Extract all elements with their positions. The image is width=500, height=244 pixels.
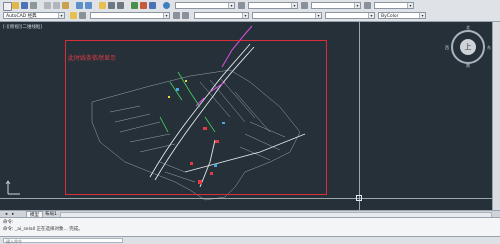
layer-previous-icon[interactable] [182, 11, 189, 19]
command-history-line-1: 命令: [3, 220, 14, 225]
command-window: 命令: 命令: _ai_selall 正在选择对象... 完成。 [0, 217, 500, 237]
ucs-icon [5, 180, 20, 195]
properties-icon[interactable] [131, 1, 138, 9]
pan-icon[interactable] [99, 1, 106, 9]
chevron-down-icon[interactable]: ▾ [242, 12, 248, 18]
chevron-down-icon[interactable]: ▾ [228, 2, 234, 8]
multileader-icon[interactable] [364, 1, 371, 9]
chevron-down-icon[interactable]: ▾ [407, 2, 413, 8]
viewport-label[interactable]: [-][俯视][二维线框] [3, 24, 42, 30]
annotation-frame [65, 40, 327, 195]
command-history-line-2: 命令: _ai_selall 正在选择对象... 完成。 [3, 227, 83, 232]
open-file-icon[interactable] [12, 1, 19, 9]
linetype-combo[interactable]: ▾ [252, 11, 322, 19]
toolbar-row-1: ▾ ▾ ▾ ▾ [0, 0, 500, 11]
print-icon[interactable] [30, 1, 37, 9]
layer-properties-icon[interactable] [70, 11, 77, 19]
chevron-down-icon[interactable]: ▾ [315, 12, 321, 18]
zoom-icon[interactable] [108, 1, 115, 9]
chevron-down-icon[interactable]: ▾ [354, 2, 360, 8]
table-style-combo[interactable]: ▾ [311, 1, 361, 9]
plot-style-combo[interactable]: ByColor ▾ [378, 11, 426, 19]
text-style-icon[interactable] [238, 1, 245, 9]
chevron-down-icon[interactable]: ▾ [368, 12, 374, 18]
help-icon[interactable] [163, 1, 170, 9]
compass-west[interactable]: 西 [445, 45, 449, 51]
chevron-down-icon[interactable]: ▾ [419, 12, 425, 18]
chevron-down-icon[interactable]: ▾ [291, 2, 297, 8]
workspace-value: AutoCAD 经典 [6, 13, 37, 19]
paste-icon[interactable] [62, 1, 69, 9]
view-cube[interactable]: 上 [451, 30, 485, 64]
color-combo[interactable]: ▾ [194, 11, 249, 19]
lineweight-combo[interactable]: ▾ [325, 11, 375, 19]
vertical-scrollbar[interactable] [492, 22, 500, 210]
annotation-note: 此时线条依然显示 [68, 55, 117, 62]
tool-palette-icon[interactable] [149, 1, 156, 9]
workspace-combo[interactable]: AutoCAD 经典 ▾ [3, 11, 65, 19]
toolbar-row-2: AutoCAD 经典 ▾ ▾ ▾ ▾ ▾ ByColor ▾ [0, 10, 500, 20]
toolbar: ▾ ▾ ▾ ▾ AutoCAD 经典 ▾ ▾ ▾ ▾ ▾ ByColor ▾ [0, 0, 500, 22]
undo-icon[interactable] [76, 1, 83, 9]
multileader-combo[interactable]: ▾ [374, 1, 414, 9]
command-input[interactable]: 键入命令 [3, 238, 123, 244]
copy-icon[interactable] [53, 1, 60, 9]
crosshair-horizontal [0, 198, 493, 199]
make-current-icon[interactable] [173, 11, 180, 19]
plot-style-value: ByColor [381, 13, 399, 19]
chevron-down-icon[interactable]: ▾ [58, 12, 64, 18]
crosshair-vertical [359, 22, 360, 210]
design-center-icon[interactable] [140, 1, 147, 9]
save-icon[interactable] [21, 1, 28, 9]
pickbox-cursor [356, 195, 362, 201]
style-combo[interactable]: ▾ [175, 1, 235, 9]
compass-north[interactable]: 北 [466, 25, 470, 31]
dim-style-combo[interactable]: ▾ [248, 1, 298, 9]
view-cube-top[interactable]: 上 [460, 39, 476, 55]
cut-icon[interactable] [44, 1, 51, 9]
chevron-down-icon[interactable]: ▾ [163, 12, 169, 18]
table-style-icon[interactable] [301, 1, 308, 9]
zoom-window-icon[interactable] [117, 1, 124, 9]
redo-icon[interactable] [85, 1, 92, 9]
layer-state-icon[interactable] [79, 11, 86, 19]
layer-combo[interactable]: ▾ [90, 11, 170, 19]
compass-south[interactable]: 南 [466, 63, 470, 69]
compass-east[interactable]: 东 [487, 45, 491, 51]
